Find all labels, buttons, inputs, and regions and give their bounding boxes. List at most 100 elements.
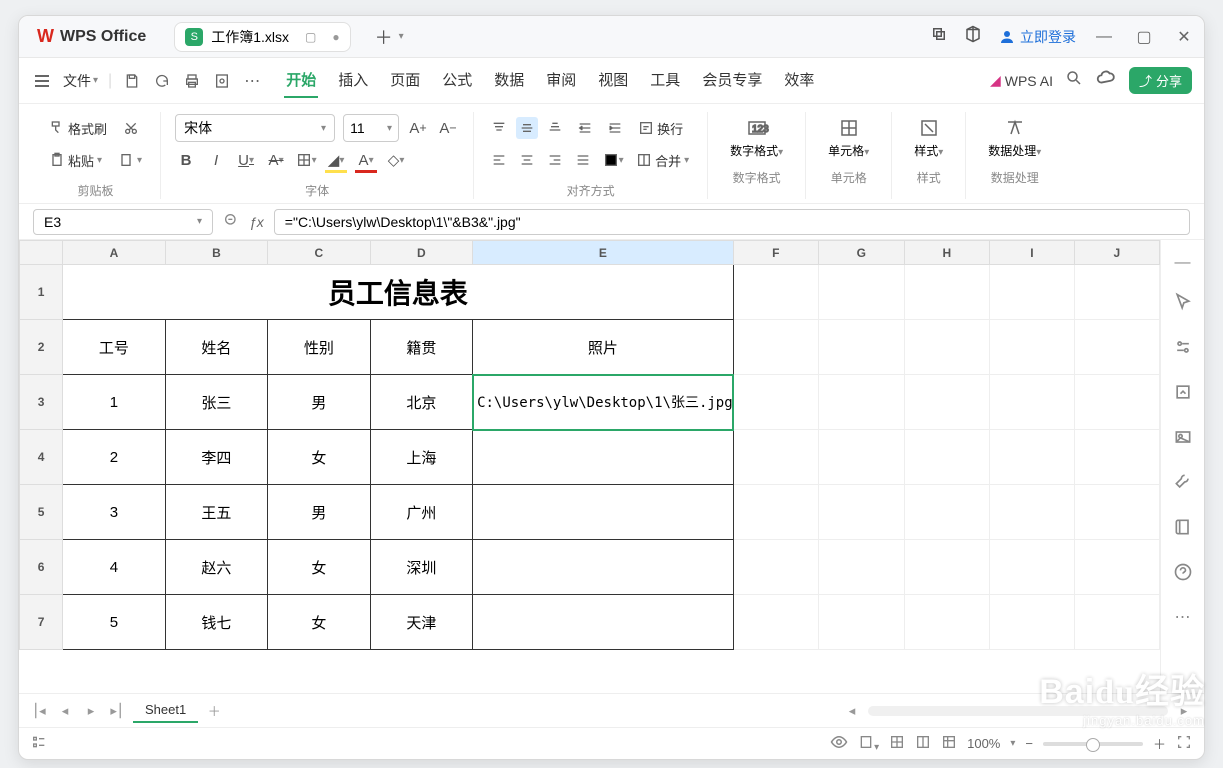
empty-cell[interactable]: [818, 375, 904, 430]
orientation-button[interactable]: ▾: [602, 149, 624, 171]
data-cell-5-0[interactable]: 3: [63, 485, 165, 540]
empty-cell[interactable]: [733, 540, 818, 595]
empty-cell[interactable]: [990, 430, 1075, 485]
styles-button[interactable]: 样式▾: [906, 112, 951, 163]
col-header-C[interactable]: C: [268, 241, 370, 265]
spreadsheet-grid[interactable]: ABCDEFGHIJ1员工信息表2工号姓名性别籍贯照片31张三男北京C:\Use…: [19, 240, 1160, 693]
data-cell-3-2[interactable]: 男: [268, 375, 370, 430]
align-center-button[interactable]: [516, 149, 538, 171]
data-cell-6-0[interactable]: 4: [63, 540, 165, 595]
increase-font-button[interactable]: A+: [407, 117, 429, 139]
view-normal-button[interactable]: [889, 734, 905, 753]
add-tab-button[interactable]: ＋: [375, 24, 393, 50]
side-cursor-icon[interactable]: [1173, 292, 1193, 317]
view-eye-icon[interactable]: [830, 733, 848, 754]
empty-cell[interactable]: [1074, 265, 1159, 320]
font-color-button[interactable]: A▾: [355, 149, 377, 171]
align-justify-button[interactable]: [572, 149, 594, 171]
file-menu[interactable]: 文件▾: [63, 71, 98, 91]
bold-button[interactable]: B: [175, 149, 197, 171]
hscroll-left[interactable]: ◂: [842, 703, 862, 719]
preview-icon[interactable]: [212, 73, 232, 89]
data-cell-6-2[interactable]: 女: [268, 540, 370, 595]
data-cell-5-3[interactable]: 广州: [370, 485, 472, 540]
empty-cell[interactable]: [904, 595, 990, 650]
empty-cell[interactable]: [904, 540, 990, 595]
side-book-icon[interactable]: [1173, 517, 1193, 542]
data-cell-5-4[interactable]: [473, 485, 734, 540]
side-image-icon[interactable]: [1173, 427, 1193, 452]
align-left-button[interactable]: [488, 149, 510, 171]
side-help-icon[interactable]: [1173, 562, 1193, 587]
data-cell-6-1[interactable]: 赵六: [165, 540, 267, 595]
empty-cell[interactable]: [1074, 375, 1159, 430]
empty-cell[interactable]: [1074, 320, 1159, 375]
data-cell-6-3[interactable]: 深圳: [370, 540, 472, 595]
row-header-2[interactable]: 2: [20, 320, 63, 375]
data-cell-7-0[interactable]: 5: [63, 595, 165, 650]
share-button[interactable]: ⤴分享: [1129, 67, 1192, 94]
row-header-4[interactable]: 4: [20, 430, 63, 485]
ribbon-tab-6[interactable]: 视图: [596, 63, 630, 98]
cloud-icon[interactable]: [1095, 67, 1117, 94]
header-cell[interactable]: 籍贯: [370, 320, 472, 375]
empty-cell[interactable]: [990, 595, 1075, 650]
empty-cell[interactable]: [990, 265, 1075, 320]
empty-cell[interactable]: [1074, 430, 1159, 485]
sheet-first-button[interactable]: ⎮◂: [29, 703, 49, 719]
strike-button[interactable]: A▾: [265, 149, 287, 171]
minimize-button[interactable]: —: [1092, 25, 1116, 49]
col-header-F[interactable]: F: [733, 241, 818, 265]
empty-cell[interactable]: [818, 540, 904, 595]
view-break-button[interactable]: [941, 734, 957, 753]
data-cell-5-1[interactable]: 王五: [165, 485, 267, 540]
maximize-button[interactable]: ▢: [1132, 25, 1156, 49]
wps-ai-button[interactable]: ◢WPS AI: [990, 72, 1053, 89]
merge-cells-button[interactable]: 合并▾: [632, 149, 693, 172]
select-all-corner[interactable]: [20, 241, 63, 265]
col-header-G[interactable]: G: [818, 241, 904, 265]
empty-cell[interactable]: [733, 430, 818, 485]
empty-cell[interactable]: [818, 595, 904, 650]
empty-cell[interactable]: [904, 485, 990, 540]
row-header-5[interactable]: 5: [20, 485, 63, 540]
data-cell-3-3[interactable]: 北京: [370, 375, 472, 430]
side-more-icon[interactable]: ⋯: [1175, 607, 1191, 627]
side-tool-icon[interactable]: [1173, 472, 1193, 497]
sheet-prev-button[interactable]: ◂: [55, 703, 75, 719]
search-icon[interactable]: [1065, 69, 1083, 92]
align-bottom-button[interactable]: [544, 117, 566, 139]
status-list-icon[interactable]: [31, 734, 47, 753]
data-cell-5-2[interactable]: 男: [268, 485, 370, 540]
italic-button[interactable]: I: [205, 149, 227, 171]
data-cell-7-1[interactable]: 钱七: [165, 595, 267, 650]
increase-indent-button[interactable]: [604, 117, 626, 139]
ribbon-tab-4[interactable]: 数据: [492, 63, 526, 98]
format-painter-button[interactable]: 格式刷: [45, 117, 111, 140]
sheet-next-button[interactable]: ▸: [81, 703, 101, 719]
empty-cell[interactable]: [990, 320, 1075, 375]
tab-pin-icon[interactable]: ▢: [305, 30, 316, 44]
number-format-button[interactable]: 123数字格式▾: [722, 112, 791, 163]
empty-cell[interactable]: [733, 485, 818, 540]
tab-list-chevron[interactable]: ▾: [399, 31, 404, 42]
row-header-3[interactable]: 3: [20, 375, 63, 430]
row-header-1[interactable]: 1: [20, 265, 63, 320]
ribbon-tab-8[interactable]: 会员专享: [700, 63, 764, 98]
empty-cell[interactable]: [990, 485, 1075, 540]
print-icon[interactable]: [182, 73, 202, 89]
decrease-font-button[interactable]: A−: [437, 117, 459, 139]
decrease-indent-button[interactable]: [574, 117, 596, 139]
view-page-icon[interactable]: ▾: [858, 734, 879, 753]
side-square-icon[interactable]: [1173, 382, 1193, 407]
wrap-text-button[interactable]: 换行: [634, 117, 687, 140]
zoom-out-button[interactable]: −: [1025, 736, 1033, 751]
col-header-E[interactable]: E: [473, 241, 734, 265]
col-header-I[interactable]: I: [990, 241, 1075, 265]
data-cell-7-2[interactable]: 女: [268, 595, 370, 650]
empty-cell[interactable]: [990, 540, 1075, 595]
sheet-last-button[interactable]: ▸⎮: [107, 703, 127, 719]
add-sheet-button[interactable]: ＋: [204, 701, 224, 720]
data-cell-4-4[interactable]: [473, 430, 734, 485]
zoom-level[interactable]: 100%: [967, 736, 1000, 751]
